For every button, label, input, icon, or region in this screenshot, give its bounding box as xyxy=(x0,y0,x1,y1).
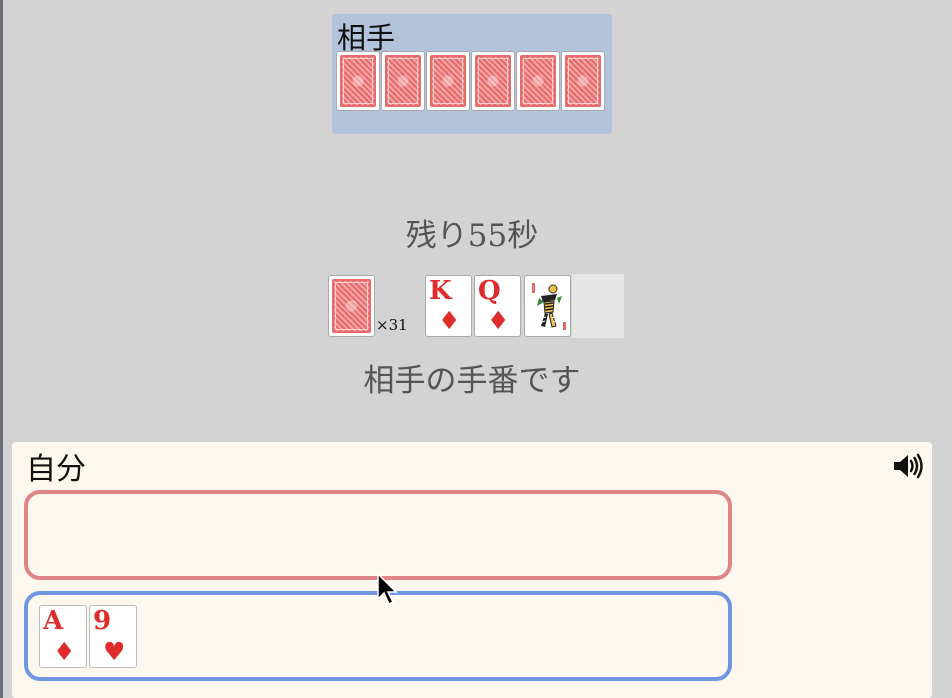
table-card[interactable]: K ♦ xyxy=(425,275,472,337)
player-card[interactable]: A ♦ xyxy=(39,605,87,668)
opponent-card-back xyxy=(516,51,560,111)
card-rank: 9 xyxy=(93,606,112,636)
card-suit: ♦ xyxy=(438,306,461,335)
card-rank: K xyxy=(429,276,452,306)
table-card[interactable]: Q ♦ xyxy=(474,275,521,337)
opponent-hand xyxy=(336,51,606,111)
card-rank: A xyxy=(43,606,64,636)
opponent-card-back xyxy=(336,51,380,111)
player-card[interactable]: 9 ♥ xyxy=(89,605,137,668)
opponent-panel: 相手 xyxy=(332,14,612,134)
draw-pile[interactable] xyxy=(328,275,375,337)
opponent-card-back xyxy=(381,51,425,111)
time-remaining: 残り55秒 xyxy=(405,218,539,254)
opponent-card-back xyxy=(471,51,515,111)
card-suit: ♥ xyxy=(103,637,126,666)
table-card-joker[interactable] xyxy=(524,275,571,337)
draw-pile-count: ×31 xyxy=(376,316,408,334)
window-edge xyxy=(0,0,3,698)
play-zone[interactable] xyxy=(24,490,732,580)
player-panel: 自分 A ♦ 9 ♥ xyxy=(12,442,932,698)
turn-status: 相手の手番です xyxy=(363,363,581,399)
card-suit: ♦ xyxy=(53,637,76,666)
opponent-card-back xyxy=(426,51,470,111)
player-hand: A ♦ 9 ♥ xyxy=(39,605,139,668)
speaker-volume-icon[interactable] xyxy=(892,452,924,480)
opponent-card-back xyxy=(561,51,605,111)
empty-card-slot xyxy=(572,274,624,338)
mouse-pointer-icon xyxy=(377,573,398,606)
card-rank: Q xyxy=(478,276,501,306)
player-label: 自分 xyxy=(26,452,86,487)
joker-icon xyxy=(532,283,566,330)
card-suit: ♦ xyxy=(487,306,510,335)
